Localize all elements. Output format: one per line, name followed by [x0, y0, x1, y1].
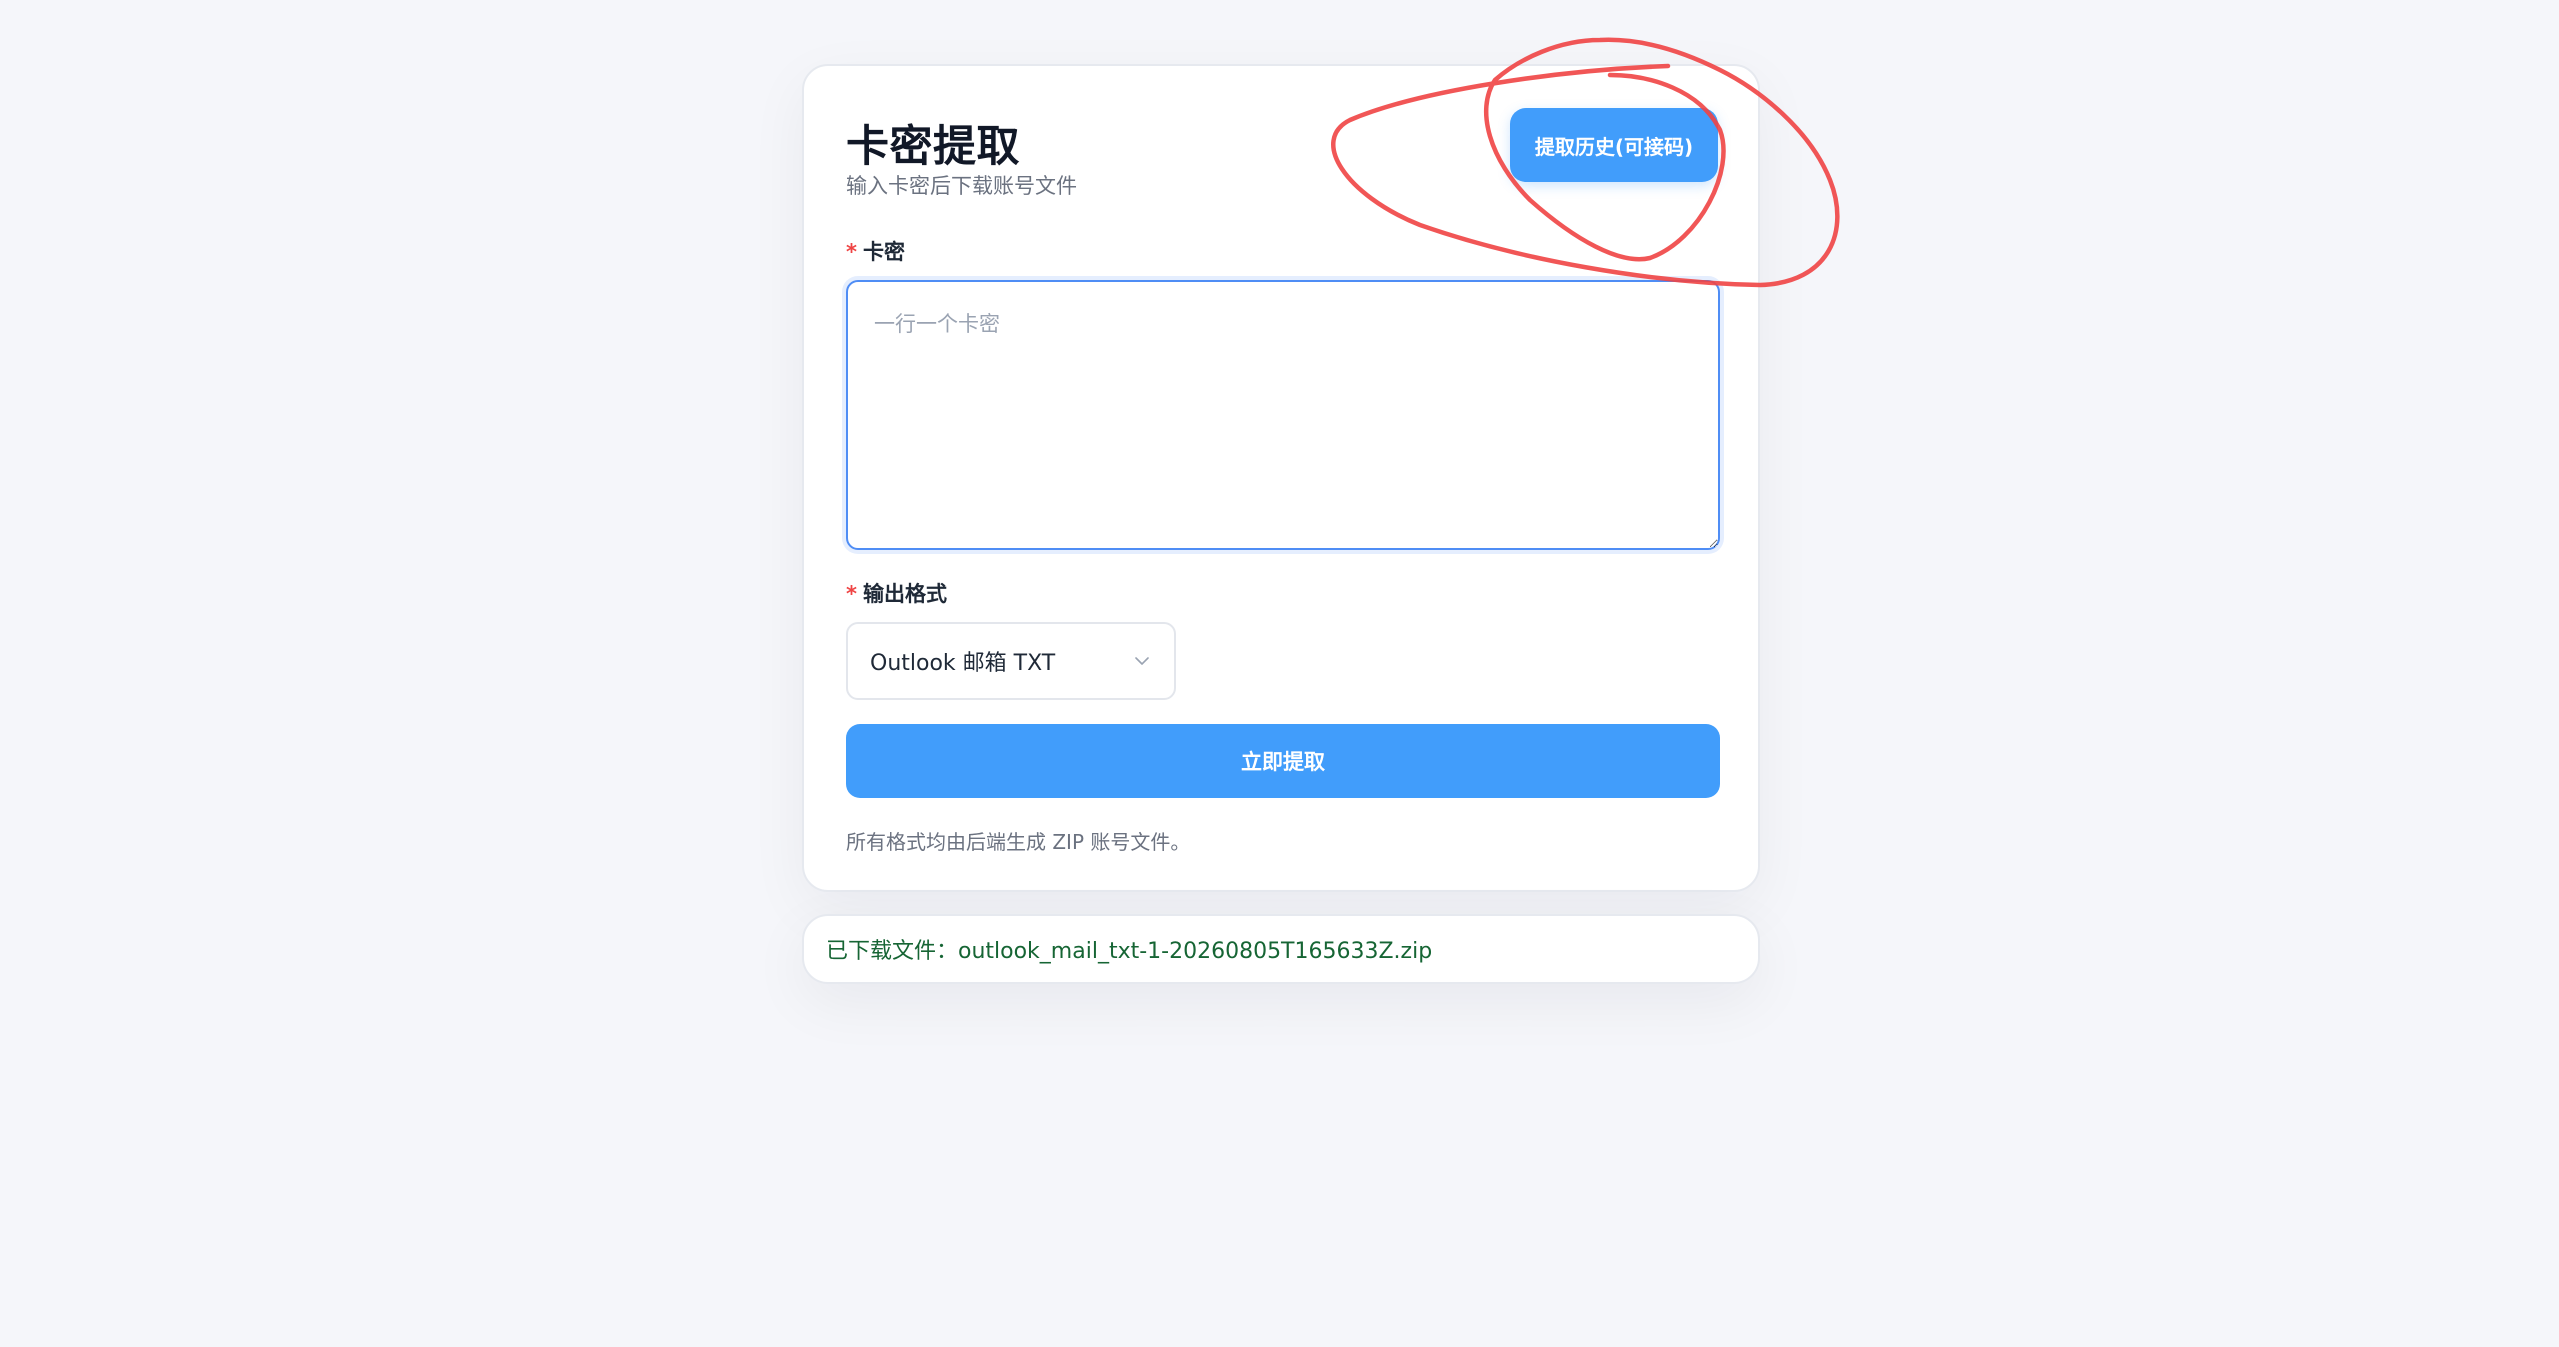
format-label-text: 输出格式 [862, 582, 947, 606]
required-mark: * [846, 240, 857, 264]
page: 卡密提取 输入卡密后下载账号文件 提取历史(可接码) *卡密 *输出格式 Out… [0, 0, 2559, 1347]
card-label-text: 卡密 [862, 240, 905, 264]
download-result-text: 已下载文件：outlook_mail_txt-1-20260805T165633… [826, 939, 1433, 964]
chevron-down-icon [1132, 651, 1152, 671]
download-result-banner: 已下载文件：outlook_mail_txt-1-20260805T165633… [802, 914, 1760, 984]
required-mark: * [846, 582, 857, 606]
page-subtitle: 输入卡密后下载账号文件 [846, 174, 1077, 198]
format-field-label: * 输出格式 [846, 578, 947, 608]
card-key-input[interactable] [846, 280, 1720, 550]
extract-history-button[interactable]: 提取历史(可接码) [1510, 108, 1718, 182]
output-format-value: Outlook 邮箱 TXT [870, 651, 1056, 676]
page-title: 卡密提取 [846, 122, 1020, 172]
output-format-select[interactable]: Outlook 邮箱 TXT [846, 622, 1176, 700]
extract-card: 卡密提取 输入卡密后下载账号文件 提取历史(可接码) *卡密 *输出格式 Out… [802, 64, 1760, 892]
extract-now-button[interactable]: 立即提取 [846, 724, 1720, 798]
card-field-label: * 卡密 [846, 236, 905, 266]
format-hint: 所有格式均由后端生成 ZIP 账号文件。 [846, 830, 1191, 854]
